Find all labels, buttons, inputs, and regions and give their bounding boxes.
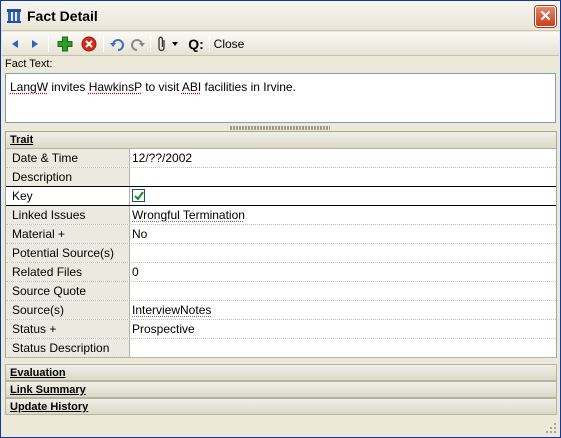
window-title: Fact Detail <box>27 8 98 24</box>
row-value[interactable] <box>130 244 556 262</box>
evaluation-label: Evaluation <box>10 367 66 379</box>
row-label: Key <box>6 187 130 205</box>
link-summary-section-header[interactable]: Link Summary <box>5 381 557 398</box>
attachment-icon[interactable] <box>155 35 169 53</box>
row-value[interactable] <box>130 168 556 186</box>
row-value[interactable]: 12/??/2002 <box>130 149 556 167</box>
update-history-section-header[interactable]: Update History <box>5 398 557 415</box>
trait-section-header[interactable]: Trait <box>6 132 556 149</box>
row-label: Potential Source(s) <box>6 244 130 262</box>
row-value[interactable]: 0 <box>130 263 556 281</box>
row-label: Linked Issues <box>6 206 130 224</box>
row-label: Status + <box>6 320 130 338</box>
delete-icon[interactable] <box>80 35 98 53</box>
update-history-label: Update History <box>10 401 89 413</box>
query-icon[interactable]: Q: <box>185 35 207 53</box>
row-label: Related Files <box>6 263 130 281</box>
grid-row-source-quote[interactable]: Source Quote <box>6 282 556 301</box>
title-bar: Fact Detail ✕ <box>1 1 560 31</box>
grid-row-material[interactable]: Material + No <box>6 225 556 244</box>
link-summary-label: Link Summary <box>10 384 86 396</box>
window-close-button[interactable]: ✕ <box>535 6 556 27</box>
grid-row-sources[interactable]: Source(s) InterviewNotes <box>6 301 556 320</box>
grid-row-related-files[interactable]: Related Files 0 <box>6 263 556 282</box>
toolbar-separator <box>209 36 210 52</box>
checkmark-icon <box>134 191 144 201</box>
grid-row-status[interactable]: Status + Prospective <box>6 320 556 339</box>
row-value[interactable]: InterviewNotes <box>130 301 556 319</box>
grid-row-date-time[interactable]: Date & Time 12/??/2002 <box>6 149 556 168</box>
key-checkbox[interactable] <box>132 189 145 203</box>
linked-issue-link[interactable]: Wrongful Termination <box>132 208 245 222</box>
row-label: Material + <box>6 225 130 243</box>
row-label: Status Description <box>6 339 130 357</box>
undo-icon[interactable] <box>108 35 126 53</box>
grid-row-potential-sources[interactable]: Potential Source(s) <box>6 244 556 263</box>
dropdown-caret-icon[interactable] <box>170 35 180 53</box>
fact-text-entity: HawkinsP <box>88 80 142 94</box>
close-icon: ✕ <box>539 8 552 25</box>
redo-icon[interactable] <box>129 35 147 53</box>
toolbar-separator <box>48 36 49 52</box>
close-button-label: Close <box>213 37 245 51</box>
grid-row-status-description[interactable]: Status Description <box>6 339 556 358</box>
fact-text-segment: invites <box>48 80 89 94</box>
fact-text-field[interactable]: LangW invites HawkinsP to visit ABI faci… <box>5 73 556 123</box>
fact-text-entity: LangW <box>10 80 49 94</box>
fact-text-segment: facilities in Irvine. <box>201 80 296 94</box>
row-value[interactable]: Wrongful Termination <box>130 206 556 224</box>
resize-grip-icon[interactable] <box>545 422 557 434</box>
trait-header-label: Trait <box>10 134 34 146</box>
row-value[interactable]: No <box>130 225 556 243</box>
evaluation-section-header[interactable]: Evaluation <box>5 364 557 381</box>
trait-grid: Trait Date & Time 12/??/2002 Description… <box>5 131 557 358</box>
grid-row-linked-issues[interactable]: Linked Issues Wrongful Termination <box>6 206 556 225</box>
toolbar-separator <box>103 36 104 52</box>
fact-text-label: Fact Text: <box>5 58 53 70</box>
close-button[interactable]: Close <box>213 35 245 53</box>
forward-arrow-icon[interactable] <box>28 35 42 53</box>
grid-row-description[interactable]: Description <box>6 168 556 187</box>
toolbar-separator <box>150 36 151 52</box>
grid-row-key[interactable]: Key <box>6 187 556 206</box>
fact-text-segment: to visit <box>141 80 182 94</box>
row-value[interactable] <box>130 282 556 300</box>
source-link[interactable]: InterviewNotes <box>132 303 211 317</box>
row-label: Source(s) <box>6 301 130 319</box>
row-label: Source Quote <box>6 282 130 300</box>
toolbar: Q: Close <box>2 32 559 56</box>
row-label: Date & Time <box>6 149 130 167</box>
row-value[interactable]: Prospective <box>130 320 556 338</box>
row-value[interactable] <box>130 339 556 357</box>
back-arrow-icon[interactable] <box>8 35 22 53</box>
fact-detail-window: Fact Detail ✕ Q: Close Fact Text: LangW … <box>0 0 561 438</box>
fact-text-entity: ABI <box>181 80 202 94</box>
row-label: Description <box>6 168 130 186</box>
splitter-handle[interactable] <box>230 126 330 130</box>
add-icon[interactable] <box>56 35 74 53</box>
row-value[interactable] <box>130 187 556 205</box>
app-pillar-icon <box>6 8 22 24</box>
